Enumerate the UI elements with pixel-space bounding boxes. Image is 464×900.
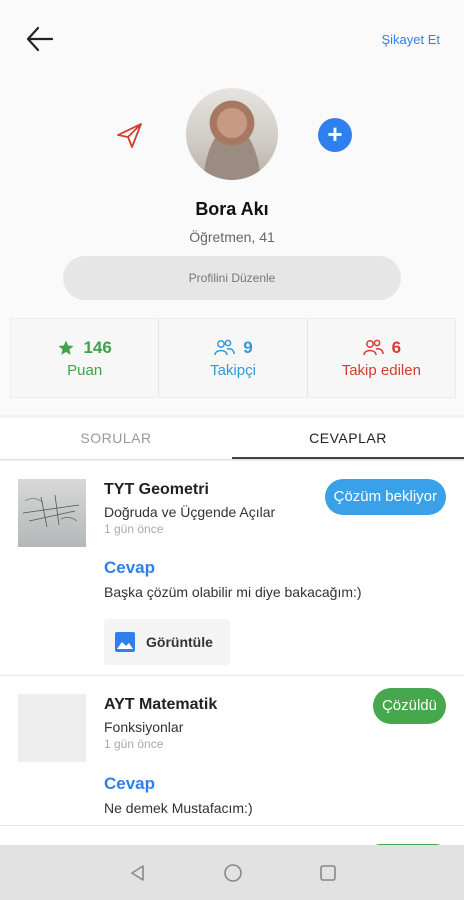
status-badge: Çözüldü: [372, 688, 446, 724]
user-role-age: Öğretmen, 41: [189, 229, 275, 245]
answer-heading: Cevap: [104, 774, 156, 793]
list-item-partial[interactable]: [0, 826, 464, 845]
stat-points-label: Puan: [67, 361, 103, 379]
view-image-button[interactable]: Görüntüle: [104, 619, 230, 665]
geometry-sketch-icon: [22, 494, 80, 528]
profile-header: Şikayet Et + Bora Akı Öğretmen, 41 Profi…: [0, 0, 464, 415]
stat-followers-label: Takipçi: [210, 361, 256, 379]
stat-followers-value: 9: [243, 337, 253, 357]
list-item[interactable]: AYT Matematik Fonksiyonlar 1 gün önce Çö…: [0, 676, 464, 826]
system-nav-bar: [0, 845, 464, 900]
stat-points-value: 146: [83, 337, 112, 357]
answer-heading: Cevap: [104, 558, 156, 577]
user-name: Bora Akı: [195, 199, 269, 219]
nav-back-icon[interactable]: [128, 863, 148, 883]
question-thumbnail[interactable]: [18, 479, 86, 547]
image-icon: [115, 632, 135, 652]
tab-questions[interactable]: SORULAR: [0, 418, 232, 459]
stat-following-label: Takip edilen: [341, 361, 421, 379]
stats-bar: 146 Puan 9 Takipçi 6 Takip edilen: [10, 318, 456, 398]
stat-following[interactable]: 6 Takip edilen: [308, 319, 455, 397]
report-link[interactable]: Şikayet Et: [381, 32, 440, 47]
answer-text: Başka çözüm olabilir mi diye bakacağım:): [104, 584, 362, 600]
star-icon: [58, 340, 74, 355]
question-time: 1 gün önce: [104, 737, 164, 751]
send-icon: [117, 123, 142, 148]
answer-text: Ne demek Mustafacım:): [104, 800, 253, 816]
answers-list: TYT Geometri Doğruda ve Üçgende Açılar 1…: [0, 461, 464, 845]
nav-home-icon[interactable]: [222, 862, 244, 884]
tab-bar: SORULAR CEVAPLAR: [0, 418, 464, 460]
question-topic: Doğruda ve Üçgende Açılar: [104, 504, 276, 520]
nav-recents-icon[interactable]: [318, 863, 338, 883]
question-time: 1 gün önce: [104, 522, 164, 536]
arrow-left-icon: [26, 26, 54, 52]
stat-points[interactable]: 146 Puan: [11, 319, 160, 397]
plus-icon: +: [327, 119, 343, 149]
question-subject: TYT Geometri: [104, 481, 209, 498]
view-image-label: Görüntüle: [146, 634, 213, 650]
question-subject: AYT Matematik: [104, 696, 218, 713]
followers-icon: [214, 339, 235, 355]
follow-plus-button[interactable]: +: [318, 118, 352, 152]
question-thumbnail[interactable]: [18, 694, 86, 762]
back-button[interactable]: [22, 24, 58, 54]
avatar: [186, 88, 278, 180]
list-item[interactable]: TYT Geometri Doğruda ve Üçgende Açılar 1…: [0, 461, 464, 676]
stat-followers[interactable]: 9 Takipçi: [159, 319, 308, 397]
stat-following-value: 6: [391, 337, 402, 357]
edit-profile-button[interactable]: Profilini Düzenle: [63, 256, 401, 300]
status-badge: Çözüm bekliyor: [324, 479, 446, 515]
tab-answers[interactable]: CEVAPLAR: [232, 418, 464, 459]
following-icon: [362, 339, 384, 355]
question-topic: Fonksiyonlar: [104, 719, 184, 735]
send-message-button[interactable]: [112, 118, 146, 152]
